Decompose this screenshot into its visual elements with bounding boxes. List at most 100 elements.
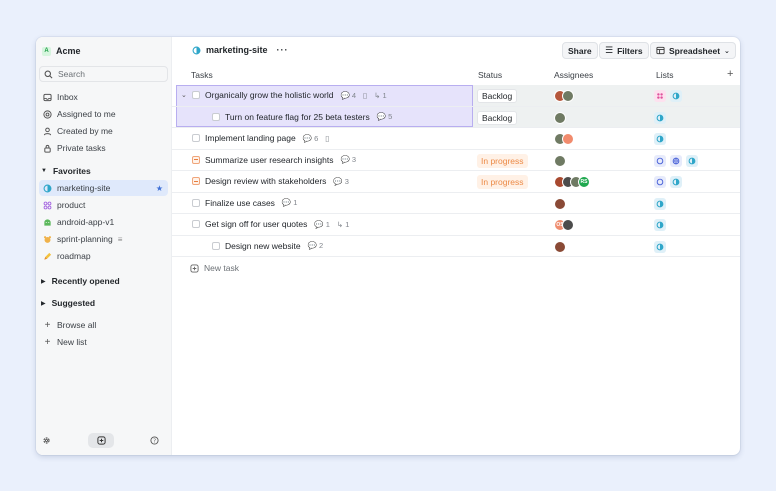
half-circle-icon[interactable] bbox=[686, 154, 698, 167]
page-title: marketing-site bbox=[206, 45, 268, 55]
task-checkbox[interactable] bbox=[192, 155, 200, 164]
task-checkbox[interactable] bbox=[192, 220, 200, 229]
table-row[interactable]: Design review with stakeholders 💬 3 In pr… bbox=[172, 171, 740, 193]
assignee-group[interactable] bbox=[554, 90, 574, 102]
column-status[interactable]: Status bbox=[478, 70, 502, 80]
task-title[interactable]: Design new website bbox=[225, 241, 301, 251]
task-title[interactable]: Finalize use cases bbox=[205, 198, 275, 208]
status-badge[interactable]: In progress bbox=[477, 175, 528, 189]
task-checkbox[interactable] bbox=[212, 241, 220, 250]
filters-label: Filters bbox=[617, 45, 643, 56]
sidebar-item-marketing-site[interactable]: marketing-site ★ bbox=[39, 180, 168, 196]
list-badges bbox=[654, 240, 666, 253]
half-circle-icon[interactable] bbox=[654, 219, 666, 231]
sidebar-item-inbox[interactable]: Inbox bbox=[39, 89, 168, 105]
task-title[interactable]: Design review with stakeholders bbox=[205, 176, 326, 186]
half-circle-icon[interactable] bbox=[654, 240, 666, 253]
task-title[interactable]: Turn on feature flag for 25 beta testers bbox=[225, 112, 370, 122]
assignee-group[interactable] bbox=[554, 240, 566, 253]
search-input[interactable]: Search bbox=[39, 66, 168, 82]
sidebar-item-label: Created by me bbox=[57, 126, 113, 136]
task-checkbox[interactable] bbox=[192, 91, 200, 100]
favorites-label: Favorites bbox=[52, 166, 91, 176]
assignee-group[interactable]: OS bbox=[554, 219, 574, 231]
half-circle-icon[interactable] bbox=[670, 90, 682, 102]
table-row[interactable]: Design new website 💬 2 bbox=[172, 236, 740, 257]
assignee-group[interactable]: RS bbox=[554, 176, 590, 188]
task-title[interactable]: Organically grow the holistic world bbox=[205, 90, 334, 100]
star-icon[interactable]: ★ bbox=[156, 184, 163, 193]
column-tasks[interactable]: Tasks bbox=[191, 70, 213, 80]
task-checkbox[interactable] bbox=[212, 112, 220, 121]
add-column-button[interactable]: + bbox=[727, 68, 733, 80]
status-badge[interactable]: Backlog bbox=[477, 89, 518, 103]
chat-icon[interactable] bbox=[654, 176, 666, 188]
half-circle-icon[interactable] bbox=[654, 133, 666, 145]
task-checkbox[interactable] bbox=[192, 134, 200, 143]
sidebar-item-created[interactable]: Created by me bbox=[39, 123, 168, 139]
user-icon bbox=[43, 127, 52, 136]
gear-icon[interactable] bbox=[42, 436, 51, 447]
sidebar-item-product[interactable]: product bbox=[39, 197, 168, 213]
task-cell: Design new website 💬 2 bbox=[212, 241, 323, 251]
task-cell: Finalize use cases 💬 1 bbox=[192, 198, 297, 208]
assignee-group[interactable] bbox=[554, 111, 566, 124]
column-assignees[interactable]: Assignees bbox=[554, 70, 593, 80]
grid-icon[interactable] bbox=[654, 90, 666, 102]
table-row[interactable]: ⌄ Organically grow the holistic world 💬 4… bbox=[172, 85, 740, 107]
table-row[interactable]: Summarize user research insights 💬 3 In p… bbox=[172, 150, 740, 171]
workspace-switcher[interactable]: A Acme bbox=[42, 44, 81, 58]
sidebar-item-private[interactable]: Private tasks bbox=[39, 140, 168, 156]
filters-button[interactable]: ☰ Filters bbox=[599, 42, 649, 59]
task-checkbox[interactable] bbox=[192, 177, 200, 186]
favorites-header[interactable]: ▼ Favorites bbox=[41, 164, 91, 178]
sidebar-item-assigned[interactable]: Assigned to me bbox=[39, 106, 168, 122]
create-button[interactable] bbox=[88, 433, 114, 448]
chevron-down-icon[interactable]: ⌄ bbox=[181, 91, 187, 99]
table-row[interactable]: Get sign off for user quotes 💬 1 ↳ 1 OS bbox=[172, 214, 740, 236]
chat-icon[interactable] bbox=[654, 154, 666, 167]
task-checkbox[interactable] bbox=[192, 198, 200, 207]
breadcrumb: marketing-site ··· bbox=[192, 45, 289, 55]
recently-opened-header[interactable]: ▶ Recently opened bbox=[41, 274, 120, 288]
assignee-group[interactable] bbox=[554, 154, 566, 167]
view-selector[interactable]: Spreadsheet ⌄ bbox=[650, 42, 736, 59]
at-icon bbox=[43, 109, 52, 119]
half-circle-icon[interactable] bbox=[654, 111, 666, 124]
browse-all-button[interactable]: + Browse all bbox=[39, 317, 168, 333]
new-task-button[interactable]: New task bbox=[190, 263, 239, 273]
avatar bbox=[554, 240, 566, 253]
half-circle-icon[interactable] bbox=[654, 197, 666, 210]
task-title[interactable]: Get sign off for user quotes bbox=[205, 219, 307, 229]
lock-icon bbox=[43, 144, 52, 153]
sidebar-item-roadmap[interactable]: roadmap bbox=[39, 248, 168, 264]
status-badge[interactable]: Backlog bbox=[477, 110, 518, 125]
table-row[interactable]: Implement landing page 💬 6 ▯ bbox=[172, 128, 740, 150]
help-icon[interactable]: ? bbox=[150, 436, 159, 447]
sidebar-item-sprint-planning[interactable]: sprint-planning ≡ bbox=[39, 231, 168, 247]
task-title[interactable]: Summarize user research insights bbox=[205, 155, 334, 165]
browse-all-label: Browse all bbox=[57, 320, 97, 330]
half-circle-icon[interactable] bbox=[670, 176, 682, 188]
sidebar-item-label: marketing-site bbox=[57, 183, 111, 193]
chevron-down-icon: ⌄ bbox=[724, 47, 730, 55]
new-list-button[interactable]: + New list bbox=[39, 334, 168, 350]
globe-icon[interactable] bbox=[670, 154, 682, 167]
table-row[interactable]: Finalize use cases 💬 1 bbox=[172, 193, 740, 214]
sidebar-item-android[interactable]: android-app-v1 bbox=[39, 214, 168, 230]
sidebar: A Acme Search Inbox Assigned to me Creat… bbox=[36, 37, 172, 455]
avatar bbox=[562, 90, 574, 102]
suggested-header[interactable]: ▶ Suggested bbox=[41, 296, 95, 310]
workspace-logo: A bbox=[42, 46, 51, 56]
sidebar-item-label: sprint-planning bbox=[57, 234, 113, 244]
assignee-group[interactable] bbox=[554, 133, 574, 145]
more-options-button[interactable]: ··· bbox=[277, 45, 289, 55]
assignee-group[interactable] bbox=[554, 197, 566, 210]
task-title[interactable]: Implement landing page bbox=[205, 133, 296, 143]
table-icon bbox=[656, 46, 665, 55]
comment-count: 💬 4 bbox=[340, 90, 357, 100]
column-lists[interactable]: Lists bbox=[656, 70, 673, 80]
table-row[interactable]: Turn on feature flag for 25 beta testers… bbox=[172, 106, 740, 128]
status-badge[interactable]: In progress bbox=[477, 153, 528, 168]
share-button[interactable]: Share bbox=[562, 42, 598, 59]
